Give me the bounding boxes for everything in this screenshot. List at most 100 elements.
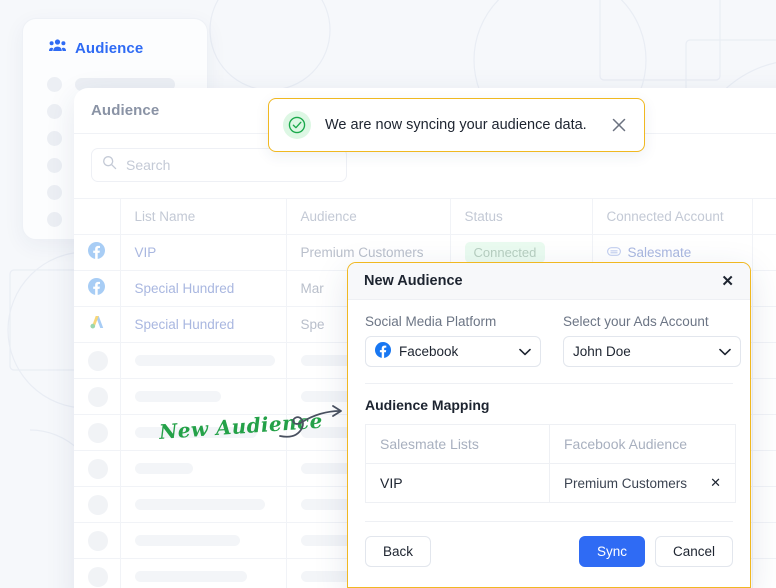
sidebar-item-dot (47, 185, 62, 200)
facebook-icon (88, 241, 105, 263)
audience-mapping-table: Salesmate Lists Facebook Audience VIP Pr… (365, 424, 736, 503)
row-platform-cell (74, 234, 121, 271)
row-extra (752, 414, 776, 451)
sidebar-item-dot (47, 212, 62, 227)
people-group-icon (49, 39, 66, 57)
mapping-header-row: Salesmate Lists Facebook Audience (365, 424, 736, 464)
table-header-row: List Name Audience Status Connected Acco… (74, 198, 776, 235)
skeleton-cell (120, 342, 287, 379)
toast-message: We are now syncing your audience data. (325, 117, 587, 133)
ads-account-field: Select your Ads Account John Doe (563, 314, 741, 367)
skeleton-avatar-cell (74, 342, 121, 379)
platform-select[interactable]: Facebook (365, 336, 541, 367)
skeleton-bar (134, 535, 240, 546)
chevron-down-icon (719, 344, 731, 359)
row-extra (752, 306, 776, 343)
search-placeholder: Search (126, 157, 171, 173)
skeleton-avatar (88, 386, 108, 407)
close-icon[interactable] (608, 114, 630, 136)
skeleton-avatar (88, 566, 108, 587)
row-extra (752, 378, 776, 415)
skeleton-avatar-cell (74, 558, 121, 588)
mapping-row: VIP Premium Customers ✕ (365, 463, 736, 503)
chevron-down-icon (519, 344, 531, 359)
sidebar-item-dot (47, 77, 62, 92)
toast-notification: We are now syncing your audience data. (268, 98, 645, 152)
skeleton-bar (134, 499, 265, 510)
skeleton-avatar-cell (74, 378, 121, 415)
platform-select-value: Facebook (399, 344, 459, 359)
google-ads-icon (88, 315, 106, 335)
social-media-platform-field: Social Media Platform Facebook (365, 314, 541, 367)
ads-account-select-value: John Doe (573, 344, 631, 359)
skeleton-avatar (88, 458, 108, 479)
modal-fields-row: Social Media Platform Facebook Select yo… (365, 314, 741, 367)
row-extra (752, 270, 776, 307)
back-button[interactable]: Back (365, 536, 432, 567)
row-platform-cell (74, 306, 121, 343)
search-icon (102, 155, 117, 175)
modal-body: Social Media Platform Facebook Select yo… (348, 300, 750, 522)
modal-header: New Audience ✕ (348, 263, 750, 300)
audience-mapping-heading: Audience Mapping (365, 397, 490, 413)
row-list-name: VIP (120, 234, 287, 271)
table-col-list-name: List Name (120, 198, 287, 235)
row-extra (752, 558, 776, 588)
row-platform-cell (74, 270, 121, 307)
skeleton-cell (120, 558, 287, 588)
facebook-icon (88, 277, 105, 299)
skeleton-avatar (88, 530, 108, 551)
sidebar-header: Audience (23, 19, 207, 57)
salesmate-icon (606, 244, 621, 262)
sync-button[interactable]: Sync (578, 536, 645, 567)
close-icon[interactable]: ✕ (704, 475, 721, 491)
skeleton-avatar-cell (74, 522, 121, 559)
sidebar-item-dot (47, 131, 62, 146)
facebook-icon (375, 342, 391, 361)
skeleton-avatar-cell (74, 414, 121, 451)
sidebar-item-dot (47, 104, 62, 119)
app-root: Audience Audience Search List Name Audie… (0, 0, 776, 588)
table-col-audience: Audience (286, 198, 451, 235)
skeleton-avatar (88, 494, 108, 515)
sidebar-item-dot (47, 158, 62, 173)
modal-title: New Audience (364, 273, 463, 289)
row-extra (752, 342, 776, 379)
mapping-col-facebook-audience: Facebook Audience (549, 424, 736, 464)
check-circle-icon (283, 111, 311, 139)
row-list-name: Special Hundred (120, 270, 287, 307)
skeleton-cell (120, 450, 287, 487)
row-list-name: Special Hundred (120, 306, 287, 343)
ads-account-select[interactable]: John Doe (563, 336, 741, 367)
modal-footer: Back Sync Cancel (348, 522, 750, 567)
mapping-facebook-audience: Premium Customers (564, 475, 688, 491)
mapping-facebook-audience-cell: Premium Customers ✕ (549, 463, 736, 503)
search-input[interactable]: Search (91, 148, 347, 182)
row-extra (752, 486, 776, 523)
table-col-extra (752, 198, 776, 235)
skeleton-avatar (88, 422, 108, 443)
skeleton-avatar-cell (74, 450, 121, 487)
skeleton-cell (120, 378, 287, 415)
ads-account-field-label: Select your Ads Account (563, 314, 709, 329)
mapping-col-salesmate-lists: Salesmate Lists (365, 424, 550, 464)
table-col-status: Status (450, 198, 593, 235)
platform-field-label: Social Media Platform (365, 314, 497, 329)
table-col-connected-account: Connected Account (592, 198, 753, 235)
row-extra (752, 234, 776, 271)
sidebar-title: Audience (75, 39, 144, 57)
close-icon[interactable]: ✕ (721, 274, 734, 289)
skeleton-cell (120, 522, 287, 559)
cancel-button[interactable]: Cancel (654, 536, 733, 567)
row-extra (752, 522, 776, 559)
skeleton-cell (120, 414, 287, 451)
skeleton-bar (134, 355, 275, 366)
skeleton-bar (134, 391, 221, 402)
skeleton-bar (134, 571, 247, 582)
row-extra (752, 450, 776, 487)
skeleton-bar (134, 427, 257, 438)
skeleton-avatar-cell (74, 486, 121, 523)
skeleton-bar (134, 463, 193, 474)
table-col-blank (74, 198, 121, 235)
skeleton-avatar (88, 350, 108, 371)
